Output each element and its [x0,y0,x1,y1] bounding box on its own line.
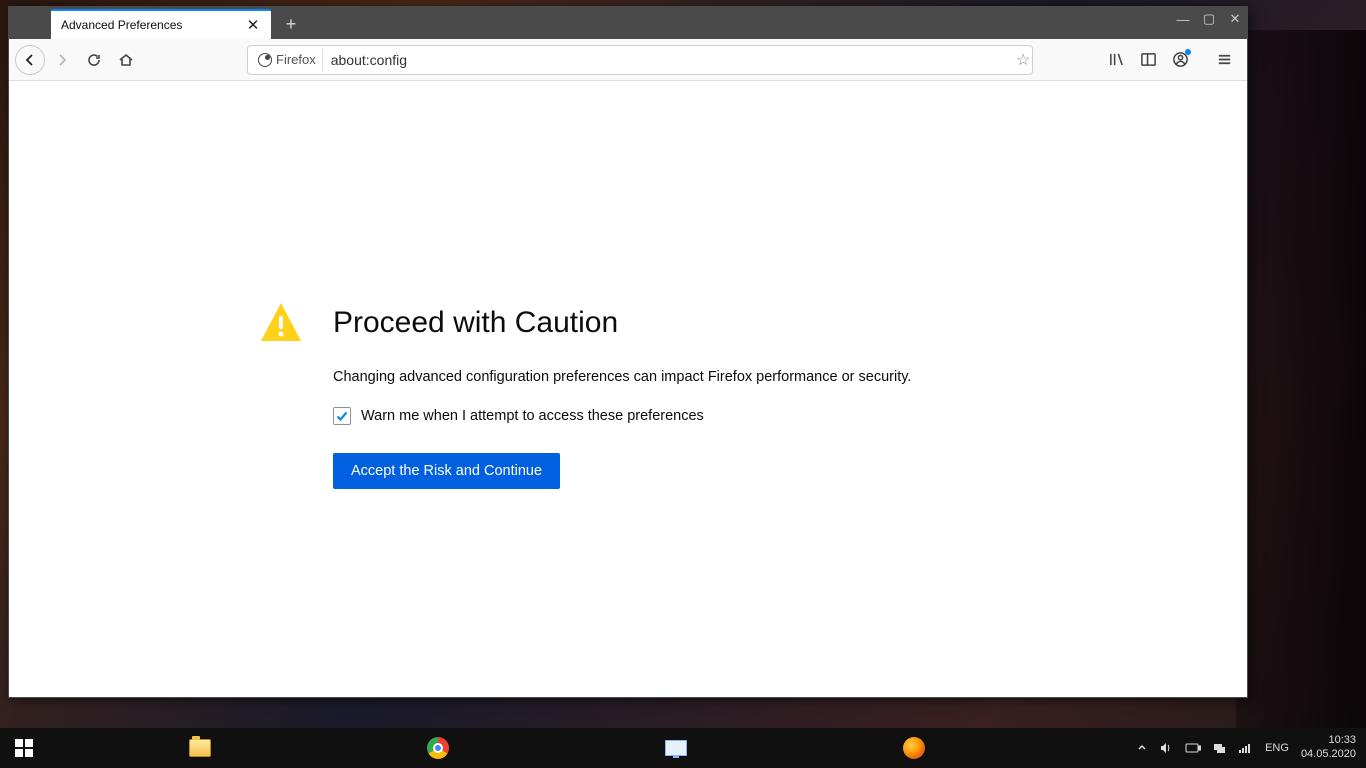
toolbar-right-icons [1101,45,1239,75]
notification-dot-icon [1185,49,1191,55]
volume-icon[interactable] [1159,741,1173,755]
close-window-button[interactable]: ✕ [1227,11,1243,27]
language-indicator[interactable]: ENG [1265,742,1289,754]
about-config-warning: Proceed with Caution Changing advanced c… [257,299,977,489]
hamburger-menu-icon[interactable] [1209,45,1239,75]
page-content: Proceed with Caution Changing advanced c… [9,81,1247,697]
address-bar[interactable]: Firefox ☆ [247,45,1033,75]
url-input[interactable] [323,52,1010,68]
library-icon[interactable] [1101,45,1131,75]
browser-tab-active[interactable]: Advanced Preferences ✕ [51,9,271,39]
battery-icon[interactable] [1185,743,1201,753]
sidebar-icon[interactable] [1133,45,1163,75]
firefox-window: Advanced Preferences ✕ + — ▢ ✕ Firefox [8,6,1248,698]
wallpaper-art [1236,30,1366,728]
maximize-button[interactable]: ▢ [1201,11,1217,27]
windows-taskbar: ENG 10:33 04.05.2020 [0,728,1366,768]
network-icon[interactable] [1213,742,1227,754]
close-tab-icon[interactable]: ✕ [245,17,261,33]
warning-triangle-icon [257,299,305,347]
firefox-icon [258,53,272,67]
taskbar-pinned-apps [176,728,938,768]
bookmark-star-icon[interactable]: ☆ [1010,50,1028,70]
clock-date: 04.05.2020 [1301,748,1356,762]
warn-checkbox-label: Warn me when I attempt to access these p… [361,408,704,424]
identity-label: Firefox [276,52,316,67]
navigation-toolbar: Firefox ☆ [9,39,1247,81]
warn-checkbox-row[interactable]: Warn me when I attempt to access these p… [333,407,977,425]
taskbar-clock[interactable]: 10:33 04.05.2020 [1301,734,1356,762]
forward-button[interactable] [47,45,77,75]
file-explorer-icon[interactable] [176,728,224,768]
window-controls: — ▢ ✕ [1175,11,1243,27]
firefox-taskbar-icon[interactable] [890,728,938,768]
warning-description: Changing advanced configuration preferen… [333,369,977,385]
start-button[interactable] [0,728,48,768]
titlebar: Advanced Preferences ✕ + — ▢ ✕ [9,7,1247,39]
reload-button[interactable] [79,45,109,75]
chrome-icon[interactable] [414,728,462,768]
clock-time: 10:33 [1301,734,1356,748]
warn-checkbox[interactable] [333,407,351,425]
identity-box[interactable]: Firefox [252,49,323,71]
back-button[interactable] [15,45,45,75]
wifi-icon[interactable] [1239,742,1253,754]
account-icon[interactable] [1165,45,1195,75]
page-title: Proceed with Caution [333,306,618,340]
accept-risk-button[interactable]: Accept the Risk and Continue [333,453,560,489]
tray-chevron-icon[interactable] [1137,743,1147,753]
resource-monitor-icon[interactable] [652,728,700,768]
system-tray: ENG 10:33 04.05.2020 [1127,734,1366,762]
tab-title: Advanced Preferences [61,18,239,32]
minimize-button[interactable]: — [1175,12,1191,27]
home-button[interactable] [111,45,141,75]
new-tab-button[interactable]: + [277,10,305,38]
